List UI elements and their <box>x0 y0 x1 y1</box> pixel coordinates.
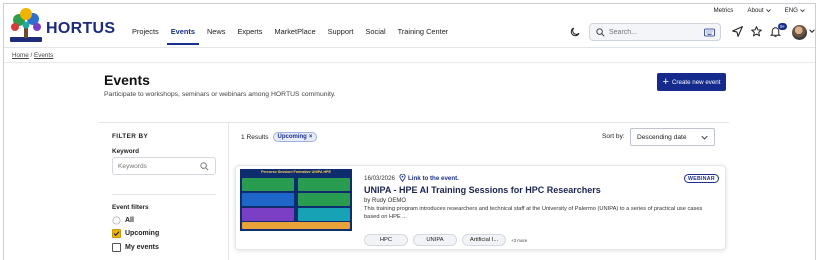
language-label: ENG <box>784 7 798 14</box>
tag-chip[interactable]: UNIPA <box>413 234 457 246</box>
filter-my-events-label: My events <box>125 244 159 251</box>
nav-marketplace[interactable]: MarketPlace <box>271 27 320 45</box>
event-type-badge: WEBINAR <box>684 174 719 183</box>
metrics-link[interactable]: Metrics <box>713 7 733 14</box>
filter-all-label: All <box>125 217 134 224</box>
app-window: HORTUS Projects Events News Experts Mark… <box>3 3 816 260</box>
filter-all[interactable]: All <box>112 216 134 225</box>
divider <box>4 62 815 63</box>
star-icon[interactable] <box>750 25 763 38</box>
breadcrumb: Home / Events <box>12 52 53 59</box>
chevron-down-icon <box>765 9 771 13</box>
nav-training-center[interactable]: Training Center <box>394 27 453 45</box>
breadcrumb-separator: / <box>30 52 33 59</box>
thumbnail-tile <box>242 193 294 206</box>
avatar[interactable] <box>792 25 807 40</box>
breadcrumb-home[interactable]: Home <box>12 52 29 59</box>
thumbnail-tile <box>242 208 294 221</box>
search-icon <box>596 28 605 37</box>
active-filter-chip[interactable]: Upcoming × <box>272 132 318 142</box>
sort-select[interactable]: Descending date <box>630 128 715 146</box>
filter-upcoming[interactable]: Upcoming <box>112 229 159 238</box>
notification-badge: 9+ <box>778 23 788 30</box>
filter-sidebar: FILTER BY Keyword Event filters All Upco… <box>99 123 229 260</box>
event-card[interactable]: Percorso Sessioni Formative UNIPA HPE 16… <box>235 165 726 250</box>
nav-experts[interactable]: Experts <box>233 27 266 45</box>
page-subtitle: Participate to workshops, seminars or we… <box>104 91 336 98</box>
keyword-label: Keyword <box>112 148 139 155</box>
keyword-input[interactable] <box>118 161 198 172</box>
thumbnail-tile <box>242 222 350 229</box>
checkbox-checked[interactable] <box>112 229 121 238</box>
chevron-down-icon <box>800 9 805 13</box>
about-menu[interactable]: About <box>747 7 771 14</box>
radio-unchecked-icon[interactable] <box>112 216 121 225</box>
send-icon[interactable] <box>731 25 744 38</box>
search-icon[interactable] <box>199 161 210 172</box>
event-thumbnail[interactable]: Percorso Sessioni Formative UNIPA HPE <box>240 169 352 231</box>
tag-chip[interactable]: HPC <box>364 234 408 246</box>
event-date: 16/03/2026 <box>364 175 395 182</box>
breadcrumb-events[interactable]: Events <box>34 52 53 59</box>
event-author: by Rudy OEMO <box>364 198 407 204</box>
thumbnail-tile <box>298 178 350 191</box>
hortus-logo[interactable]: HORTUS <box>6 6 115 46</box>
nav-events[interactable]: Events <box>166 27 199 45</box>
results-summary: 1 Results Upcoming × <box>241 132 318 142</box>
event-link-label: Link to the event. <box>408 174 459 182</box>
event-filters-label: Event filters <box>112 204 149 211</box>
check-icon <box>113 231 120 237</box>
thumbnail-title: Percorso Sessioni Formative UNIPA HPE <box>261 170 331 174</box>
language-menu[interactable]: ENG <box>785 7 805 14</box>
utility-bar: Metrics About ENG <box>713 7 805 14</box>
event-tags: HPC UNIPA Artificial I... +3 more <box>364 234 527 246</box>
chevron-down-icon <box>701 135 708 140</box>
more-tags[interactable]: +3 more <box>511 238 527 243</box>
event-link[interactable]: Link to the event. <box>399 174 459 182</box>
filter-upcoming-label: Upcoming <box>125 230 160 237</box>
tag-chip[interactable]: Artificial I... <box>462 234 506 246</box>
create-event-label: Create new event <box>671 78 721 86</box>
nav-support[interactable]: Support <box>324 27 358 45</box>
tree-logo-icon <box>10 8 42 42</box>
global-search[interactable] <box>589 23 721 41</box>
top-header: HORTUS Projects Events News Experts Mark… <box>4 4 815 48</box>
page-title: Events <box>104 72 150 88</box>
event-description: This training program introduces researc… <box>364 206 703 220</box>
results-count: 1 Results <box>241 133 269 141</box>
nav-social[interactable]: Social <box>361 27 389 45</box>
keyword-field[interactable] <box>112 157 216 175</box>
keyboard-icon[interactable] <box>704 28 715 37</box>
create-event-button[interactable]: + Create new event <box>657 73 726 91</box>
dark-mode-icon[interactable] <box>569 26 581 38</box>
thumbnail-tile <box>298 208 350 221</box>
search-input[interactable] <box>609 26 699 38</box>
close-icon[interactable]: × <box>309 134 313 140</box>
location-pin-icon <box>399 174 406 182</box>
event-title[interactable]: UNIPA - HPE AI Training Sessions for HPC… <box>364 185 601 195</box>
nav-news[interactable]: News <box>203 27 229 45</box>
chevron-down-icon[interactable] <box>809 28 815 34</box>
filter-my-events[interactable]: My events <box>112 243 159 252</box>
sort-value: Descending date <box>637 134 687 141</box>
checkbox-unchecked[interactable] <box>112 243 121 252</box>
about-label: About <box>747 7 764 14</box>
main-nav: Projects Events News Experts MarketPlace… <box>128 27 456 45</box>
thumbnail-tile <box>298 193 350 206</box>
logo-text: HORTUS <box>46 20 116 37</box>
plus-icon: + <box>662 75 669 88</box>
sort-label: Sort by: <box>602 133 625 140</box>
filter-by-heading: FILTER BY <box>112 133 149 140</box>
divider <box>112 194 216 195</box>
active-filter-label: Upcoming <box>277 134 307 140</box>
thumbnail-tile <box>242 178 294 191</box>
nav-projects[interactable]: Projects <box>128 27 163 45</box>
